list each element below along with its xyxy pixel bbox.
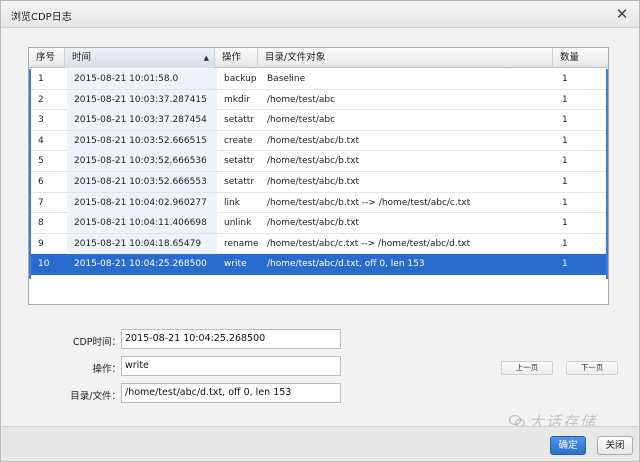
cell-time: 2015-08-21 10:03:52.666553 <box>67 172 217 192</box>
table-row[interactable]: 9 2015-08-21 10:04:18.65479 rename/home/te… <box>31 233 606 255</box>
table-body: 1 2015-08-21 10:01:58.0 backup Baseline 1 2 20… <box>29 69 608 279</box>
cell-seq: 8 <box>38 218 44 229</box>
cell-count: 1 <box>562 94 568 105</box>
cell-time: 2015-08-21 10:03:37.287415 <box>67 89 217 110</box>
cell-time: 2015-08-21 10:04:25.268500 <box>67 254 217 275</box>
cell-time: 2015-08-21 10:04:18.65479 <box>67 233 217 254</box>
cell-op: setattr <box>224 177 255 187</box>
path-label: 目录/文件： <box>70 391 121 402</box>
cell-path: /home/test/abc/b.txt <box>267 177 360 187</box>
cell-path: /home/test/abc <box>267 94 336 105</box>
cell-path: Baseline <box>267 74 306 84</box>
table-header: 序号 时间 ▲ 操作 目录/文件对象 数量 <box>29 48 608 68</box>
cell-op: rename <box>224 238 259 249</box>
cell-seq: 1 <box>38 74 44 84</box>
table-row[interactable]: 5 2015-08-21 10:03:52.666536 setattr/home/… <box>31 151 606 172</box>
cell-path: /home/test/abc/b.txt <box>267 218 360 229</box>
column-header-path[interactable]: 目录/文件对象 <box>258 48 553 68</box>
cell-count: 1 <box>562 115 568 126</box>
cdp-log-dialog: 浏览CDP日志 ✕ 序号 时间 ▲ 操作 目录/文件对象 数量 1 2015-08… <box>0 0 640 462</box>
table-row[interactable]: 2 2015-08-21 10:03:37.287415 mkdir/home/te… <box>31 89 606 111</box>
cell-op: setattr <box>224 156 255 167</box>
cell-seq: 5 <box>38 156 44 167</box>
table-row[interactable]: 6 2015-08-21 10:03:52.666553 setattr/home/… <box>31 172 606 193</box>
table-row[interactable]: 3 2015-08-21 10:03:37.287454 setattr/home/… <box>31 110 606 131</box>
cell-seq: 6 <box>38 177 44 187</box>
cell-time: 2015-08-21 10:04:02.960277 <box>67 192 217 213</box>
ok-button[interactable]: 确定 <box>550 436 586 455</box>
cell-seq: 10 <box>38 259 50 270</box>
cell-path: /home/test/abc/d.txt, off 0, len 153 <box>267 259 425 270</box>
column-header-op[interactable]: 操作 <box>215 48 258 68</box>
cell-count: 1 <box>562 156 568 167</box>
operation-field[interactable]: write <box>121 356 341 376</box>
sort-ascending-icon: ▲ <box>203 54 209 62</box>
prev-page-button[interactable]: 上一页 <box>501 361 553 375</box>
column-header-count[interactable]: 数量 <box>553 48 608 68</box>
cell-count: 1 <box>562 218 568 229</box>
path-field[interactable]: /home/test/abc/d.txt, off 0, len 153 <box>121 383 341 403</box>
cell-seq: 2 <box>38 94 44 105</box>
cell-op: mkdir <box>224 94 250 105</box>
cell-seq: 7 <box>38 197 44 208</box>
cell-count: 1 <box>562 197 568 208</box>
cell-op: unlink <box>224 218 252 229</box>
table-row[interactable]: 1 2015-08-21 10:01:58.0 backup Baseline 1 <box>31 69 606 90</box>
cell-op: create <box>224 135 253 146</box>
cell-op: backup <box>224 74 257 84</box>
cdp-time-label: CDP时间： <box>72 337 121 348</box>
cell-seq: 9 <box>38 238 44 249</box>
cell-path: /home/test/abc <box>267 115 336 126</box>
close-icon[interactable]: ✕ <box>613 5 631 23</box>
cell-time: 2015-08-21 10:01:58.0 <box>67 69 217 89</box>
column-header-time-label: 时间 <box>72 52 92 63</box>
column-header-time[interactable]: 时间 ▲ <box>65 48 215 68</box>
window-title: 浏览CDP日志 <box>11 12 72 23</box>
dialog-footer: 确定 关闭 <box>2 426 638 461</box>
column-header-seq[interactable]: 序号 <box>29 48 65 68</box>
table-row[interactable]: 4 2015-08-21 10:03:52.666515 create/home/t… <box>31 130 606 152</box>
cell-path: /home/test/abc/b.txt --> /home/test/abc/… <box>267 197 471 208</box>
cell-count: 1 <box>562 259 568 270</box>
close-button[interactable]: 关闭 <box>597 436 633 455</box>
cell-time: 2015-08-21 10:03:37.287454 <box>67 110 217 131</box>
cell-time: 2015-08-21 10:04:11.406698 <box>67 213 217 234</box>
cell-count: 1 <box>562 177 568 187</box>
next-page-button[interactable]: 下一页 <box>566 361 618 375</box>
title-bar[interactable]: 浏览CDP日志 ✕ <box>1 1 639 28</box>
cell-op: write <box>224 259 247 270</box>
cell-count: 1 <box>562 135 568 146</box>
cell-count: 1 <box>562 238 568 249</box>
operation-label: 操作： <box>92 364 121 375</box>
log-table: 序号 时间 ▲ 操作 目录/文件对象 数量 1 2015-08-21 10:01:… <box>28 47 609 305</box>
table-row[interactable]: 10 2015-08-21 10:04:25.268500 write/home/t… <box>31 254 606 275</box>
cdp-time-field[interactable]: 2015-08-21 10:04:25.268500 <box>121 329 341 349</box>
cell-seq: 4 <box>38 135 44 146</box>
cell-seq: 3 <box>38 115 44 126</box>
cell-op: link <box>224 197 240 208</box>
cell-time: 2015-08-21 10:03:52.666536 <box>67 151 217 172</box>
table-row[interactable]: 8 2015-08-21 10:04:11.406698 unlink/home/t… <box>31 213 606 234</box>
cell-time: 2015-08-21 10:03:52.666515 <box>67 130 217 151</box>
cell-op: setattr <box>224 115 255 126</box>
cell-count: 1 <box>562 74 568 84</box>
cell-path: /home/test/abc/b.txt <box>267 156 360 167</box>
table-row[interactable]: 7 2015-08-21 10:04:02.960277 link/home/tes… <box>31 192 606 214</box>
cell-path: /home/test/abc/b.txt <box>267 135 360 146</box>
cell-path: /home/test/abc/c.txt --> /home/test/abc/… <box>267 238 471 249</box>
